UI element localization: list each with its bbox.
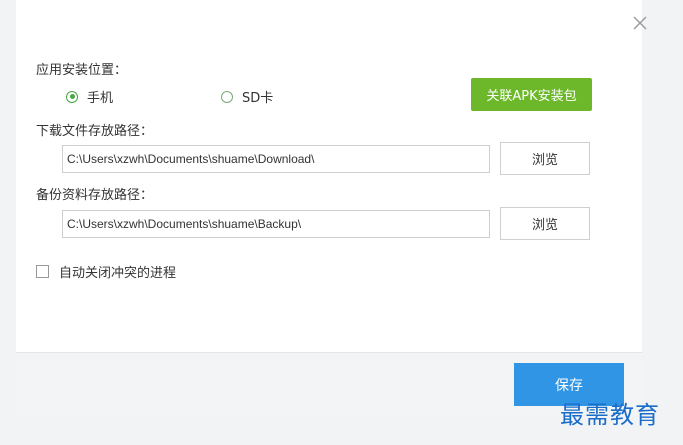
close-icon — [633, 16, 647, 30]
auto-close-label: 自动关闭冲突的进程 — [59, 266, 177, 281]
associate-apk-button[interactable]: 关联APK安装包 — [471, 78, 592, 111]
backup-browse-button[interactable]: 浏览 — [500, 207, 590, 240]
settings-dialog: 应用安装位置： 手机 SD卡 关联APK安装包 下载文件存放路径： C:\Use… — [16, 0, 647, 415]
radio-sd-card-label: SD卡 — [242, 91, 274, 106]
install-location-title: 应用安装位置： — [36, 63, 128, 78]
backup-path-input[interactable]: C:\Users\xzwh\Documents\shuame\Backup\ — [62, 210, 490, 238]
backup-path-title: 备份资料存放路径： — [36, 188, 154, 203]
radio-sd-card-indicator — [221, 90, 233, 103]
close-button[interactable] — [630, 13, 650, 33]
radio-phone-label: 手机 — [87, 91, 114, 106]
download-browse-button[interactable]: 浏览 — [500, 142, 590, 175]
download-path-title: 下载文件存放路径： — [36, 124, 154, 139]
dialog-footer: 保存 — [16, 352, 642, 415]
radio-sd-card[interactable]: SD卡 — [221, 87, 273, 106]
auto-close-checkbox-box — [36, 265, 49, 278]
auto-close-checkbox[interactable]: 自动关闭冲突的进程 — [36, 262, 176, 281]
radio-phone[interactable]: 手机 — [66, 87, 113, 106]
download-path-input[interactable]: C:\Users\xzwh\Documents\shuame\Download\ — [62, 145, 490, 173]
radio-phone-indicator — [66, 90, 78, 103]
watermark-text: 最需教育 — [560, 401, 660, 429]
